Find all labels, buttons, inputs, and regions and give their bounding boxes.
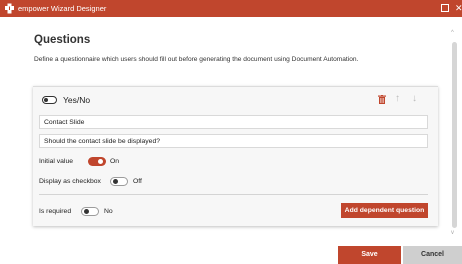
toggle-knob (84, 209, 89, 214)
arrow-up-icon[interactable]: ↑ (395, 94, 400, 104)
is-required-state: No (104, 208, 113, 215)
display-as-checkbox-toggle[interactable] (110, 177, 128, 186)
toggle-knob (44, 98, 48, 102)
add-dependent-question-button[interactable]: Add dependent question (341, 203, 428, 218)
scroll-down-icon[interactable]: v (451, 230, 454, 236)
question-type-toggle[interactable] (42, 96, 57, 104)
page-description: Define a questionnaire which users shoul… (34, 56, 359, 63)
toggle-knob (113, 179, 118, 184)
page-title: Questions (34, 34, 91, 46)
cancel-button[interactable]: Cancel (403, 246, 462, 264)
display-as-checkbox-label: Display as checkbox (39, 178, 101, 185)
maximize-icon[interactable] (441, 4, 449, 12)
initial-value-label: Initial value (39, 158, 74, 165)
title-bar: empower Wizard Designer ✕ (0, 0, 462, 17)
is-required-label: Is required (39, 208, 72, 215)
trash-icon[interactable] (378, 95, 386, 104)
display-as-checkbox-state: Off (133, 178, 142, 185)
arrow-down-icon[interactable]: ↓ (412, 94, 417, 104)
toggle-knob (98, 159, 103, 164)
card-top-border (33, 86, 438, 87)
initial-value-state: On (110, 158, 120, 165)
question-card: Yes/No ↑ ↓ Initial value On Display as c… (33, 86, 438, 226)
window-title: empower Wizard Designer (18, 4, 107, 13)
initial-value-toggle[interactable] (88, 157, 106, 166)
question-title-field[interactable] (39, 115, 428, 129)
scroll-thumb[interactable] (452, 42, 457, 228)
question-type-label: Yes/No (63, 95, 91, 105)
close-icon[interactable]: ✕ (455, 2, 462, 14)
save-button[interactable]: Save (338, 246, 401, 264)
vertical-scrollbar[interactable]: ^ v (450, 30, 459, 240)
question-text-field[interactable] (39, 134, 428, 148)
is-required-toggle[interactable] (81, 207, 99, 216)
card-divider (39, 194, 428, 195)
scroll-up-icon[interactable]: ^ (451, 30, 454, 36)
puzzle-icon (5, 3, 14, 14)
